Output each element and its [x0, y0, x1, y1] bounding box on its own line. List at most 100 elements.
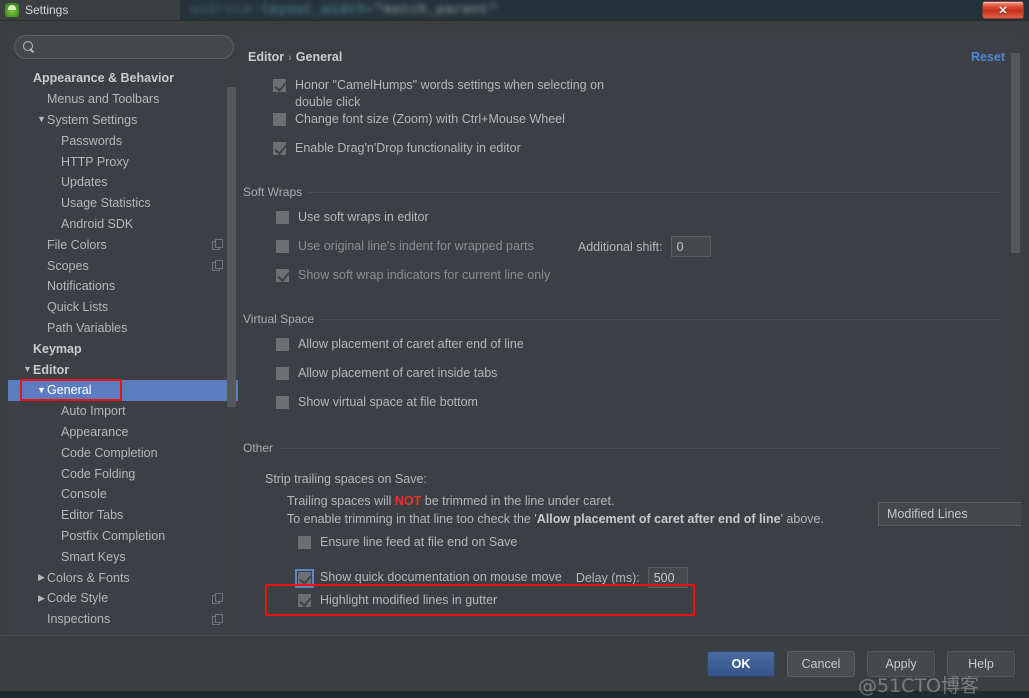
sidebar-item-android-sdk[interactable]: Android SDK [8, 214, 238, 235]
settings-dialog: Settings ✕ Appearance & BehaviorMenus an… [0, 0, 1029, 691]
sidebar-item-postfix-completion[interactable]: Postfix Completion [8, 526, 238, 547]
strip-trailing-spaces-select[interactable]: Modified Lines ▼ [878, 502, 1021, 526]
hint2-strong-text: Allow placement of caret after end of li… [537, 512, 781, 526]
cancel-button[interactable]: Cancel [787, 651, 855, 677]
checkbox-label: Show soft wrap indicators for current li… [298, 267, 550, 284]
chevron-down-icon[interactable]: ▼ [36, 386, 47, 395]
section-title: Other [243, 441, 280, 455]
ok-button[interactable]: OK [707, 651, 775, 677]
sidebar-item-label: Menus and Toolbars [47, 92, 159, 106]
copy-settings-icon[interactable] [212, 260, 222, 270]
sidebar-item-appearance-behavior[interactable]: Appearance & Behavior [8, 68, 238, 89]
copy-settings-icon[interactable] [212, 593, 222, 603]
option-row: Use soft wraps in editor [243, 209, 1021, 238]
breadcrumb-root[interactable]: Editor [248, 50, 284, 64]
close-window-button[interactable]: ✕ [982, 1, 1024, 19]
sidebar-item-usage-statistics[interactable]: Usage Statistics [8, 193, 238, 214]
strip-trailing-spaces-value: Modified Lines [879, 507, 1021, 521]
additional-shift-input[interactable] [671, 236, 711, 257]
sidebar-item-general[interactable]: ▼General [8, 380, 238, 401]
sidebar-item-notifications[interactable]: Notifications [8, 276, 238, 297]
chevron-down-icon[interactable]: ▼ [22, 365, 33, 374]
delay-input[interactable] [648, 567, 688, 588]
sidebar-item-label: Code Completion [61, 446, 158, 460]
sidebar-scrollbar[interactable] [227, 87, 236, 407]
sidebar-item-label: Notifications [47, 279, 115, 293]
sidebar-item-editor-tabs[interactable]: Editor Tabs [8, 505, 238, 526]
sidebar-item-http-proxy[interactable]: HTTP Proxy [8, 151, 238, 172]
sidebar-item-passwords[interactable]: Passwords [8, 130, 238, 151]
chevron-right-icon[interactable]: ▶ [36, 573, 47, 582]
checkbox-enable-drag-n-drop-functionality-in-edit[interactable] [273, 142, 286, 155]
sidebar-item-console[interactable]: Console [8, 484, 238, 505]
sidebar-item-code-folding[interactable]: Code Folding [8, 463, 238, 484]
breadcrumb-separator-icon: › [288, 52, 292, 64]
reset-link[interactable]: Reset [971, 50, 1005, 64]
apply-button[interactable]: Apply [867, 651, 935, 677]
checkbox-label: Honor "CamelHumps" words settings when s… [295, 77, 645, 111]
sidebar-item-label: Code Style [47, 591, 108, 605]
chevron-down-icon[interactable]: ▼ [36, 115, 47, 124]
sidebar-item-label: Android SDK [61, 217, 133, 231]
option-row: Enable Drag'n'Drop functionality in edit… [240, 140, 1021, 169]
checkbox-ensure-line-feed-at-file-end-on-save[interactable] [298, 536, 311, 549]
sidebar-item-code-completion[interactable]: Code Completion [8, 442, 238, 463]
hint1-text-a: Trailing spaces will [287, 494, 395, 508]
sidebar-item-keymap[interactable]: Keymap [8, 338, 238, 359]
checkbox-show-virtual-space-at-file-bottom[interactable] [276, 396, 289, 409]
checkbox-show-soft-wrap-indicators-for-current-li[interactable] [276, 269, 289, 282]
content-scrollbar[interactable] [1011, 53, 1020, 253]
section-header-soft-wraps: Soft Wraps [243, 183, 1021, 201]
search-input[interactable] [42, 40, 225, 54]
option-row: Use original line's indent for wrapped p… [243, 238, 1021, 267]
checkbox-label: Allow placement of caret after end of li… [298, 336, 524, 353]
checkbox-label: Enable Drag'n'Drop functionality in edit… [295, 140, 521, 157]
sidebar-item-inspections[interactable]: Inspections [8, 609, 238, 630]
sidebar-item-system-settings[interactable]: ▼System Settings [8, 110, 238, 131]
sidebar-item-quick-lists[interactable]: Quick Lists [8, 297, 238, 318]
sidebar-item-code-style[interactable]: ▶Code Style [8, 588, 238, 609]
other-options-block: Strip trailing spaces on Save: Trailing … [243, 457, 1021, 621]
sidebar-item-label: Scopes [47, 259, 89, 273]
sidebar-item-label: Smart Keys [61, 550, 126, 564]
sidebar-item-colors-fonts[interactable]: ▶Colors & Fonts [8, 567, 238, 588]
sidebar-item-updates[interactable]: Updates [8, 172, 238, 193]
checkbox-allow-placement-of-caret-inside-tabs[interactable] [276, 367, 289, 380]
checkbox-allow-placement-of-caret-after-end-of-li[interactable] [276, 338, 289, 351]
breadcrumb-leaf: General [296, 50, 343, 64]
checkbox-highlight-modified-lines-in-gutter[interactable] [298, 594, 311, 607]
option-row: Ensure line feed at file end on Save [265, 534, 1021, 563]
sidebar-item-label: HTTP Proxy [61, 155, 129, 169]
sidebar-item-editor[interactable]: ▼Editor [8, 359, 238, 380]
checkbox-show-quick-documentation-on-mouse-move[interactable] [298, 572, 311, 585]
sidebar-item-label: Auto Import [61, 404, 126, 418]
additional-shift-label: Additional shift: [578, 240, 663, 254]
sidebar-item-path-variables[interactable]: Path Variables [8, 318, 238, 339]
sidebar-item-file-colors[interactable]: File Colors [8, 234, 238, 255]
sidebar-search-box[interactable] [14, 35, 234, 59]
other-checkbox-options: Ensure line feed at file end on SaveShow… [265, 528, 1021, 621]
additional-shift-field-group: Additional shift: [578, 236, 711, 257]
sidebar-item-label: Code Folding [61, 467, 135, 481]
sidebar-item-appearance[interactable]: Appearance [8, 422, 238, 443]
checkbox-honor-camelhumps-words-settings-when-sel[interactable] [273, 79, 286, 92]
search-icon [23, 41, 36, 54]
sidebar-item-auto-import[interactable]: Auto Import [8, 401, 238, 422]
sidebar-item-menus-and-toolbars[interactable]: Menus and Toolbars [8, 89, 238, 110]
checkbox-use-soft-wraps-in-editor[interactable] [276, 211, 289, 224]
sidebar-item-scopes[interactable]: Scopes [8, 255, 238, 276]
option-row: Honor "CamelHumps" words settings when s… [240, 77, 1021, 111]
copy-settings-icon[interactable] [212, 239, 222, 249]
delay-label: Delay (ms): [576, 571, 640, 585]
sidebar-item-smart-keys[interactable]: Smart Keys [8, 546, 238, 567]
copy-settings-icon[interactable] [212, 614, 222, 624]
checkbox-change-font-size-zoom-with-ctrl-mouse-wh[interactable] [273, 113, 286, 126]
dialog-button-bar: OK Cancel Apply Help [0, 635, 1029, 691]
help-button[interactable]: Help [947, 651, 1015, 677]
chevron-right-icon[interactable]: ▶ [36, 594, 47, 603]
settings-tree-scroll-area: Appearance & BehaviorMenus and Toolbars▼… [8, 67, 238, 647]
checkbox-label: Use soft wraps in editor [298, 209, 429, 226]
checkbox-use-original-line-s-indent-for-wrapped-p[interactable] [276, 240, 289, 253]
strip-trailing-spaces-label: Strip trailing spaces on Save: [265, 472, 427, 486]
sidebar-item-label: Passwords [61, 134, 122, 148]
